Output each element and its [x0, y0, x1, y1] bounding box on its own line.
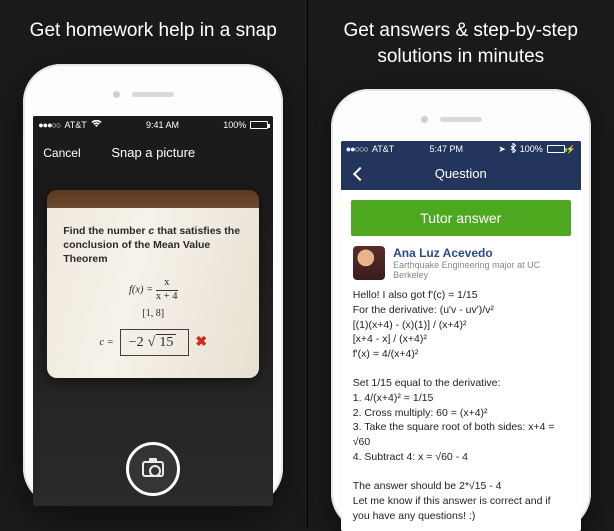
tutor-name[interactable]: Ana Luz Acevedo	[393, 246, 569, 260]
camera-viewport: Find the number c that satisfies the con…	[33, 172, 273, 506]
status-time: 9:41 AM	[146, 120, 179, 130]
location-icon: ➤	[498, 144, 506, 155]
signal-dots-icon: ●●●○○	[38, 120, 60, 130]
status-bar: ●●○○○ AT&T 5:47 PM ➤ 100% ⚡	[341, 141, 581, 157]
nav-title: Question	[341, 166, 581, 181]
front-camera-dot	[421, 116, 428, 123]
phone-speaker	[132, 92, 174, 97]
answer-row: c = −2 √15 ✖	[63, 329, 243, 356]
phone-speaker	[440, 117, 482, 122]
headline-left: Get homework help in a snap	[20, 18, 287, 44]
front-camera-dot	[113, 91, 120, 98]
battery-pct: 100%	[223, 120, 246, 130]
answer-body-text: Hello! I also got f'(c) = 1/15 For the d…	[341, 286, 581, 531]
desk-strip	[47, 190, 259, 208]
wifi-icon	[91, 119, 102, 130]
cancel-button[interactable]: Cancel	[33, 146, 80, 160]
phone-screen-right: ●●○○○ AT&T 5:47 PM ➤ 100% ⚡ Question	[341, 141, 581, 531]
phone-mockup-right: ●●○○○ AT&T 5:47 PM ➤ 100% ⚡ Question	[331, 89, 591, 531]
c-equals-label: c =	[99, 337, 113, 348]
battery-charging-icon: ⚡	[547, 145, 576, 154]
tutor-answer-banner: Tutor answer	[351, 200, 571, 236]
promo-panel-right: Get answers & step-by-step solutions in …	[307, 0, 614, 528]
interval-text: [1, 8]	[63, 308, 243, 319]
nav-bar: Question	[341, 157, 581, 190]
promo-panel-left: Get homework help in a snap ●●●○○ AT&T 9…	[0, 0, 307, 528]
phone-screen-left: ●●●○○ AT&T 9:41 AM 100% Cancel Snap a pi…	[33, 116, 273, 506]
bluetooth-icon	[510, 143, 516, 155]
answer-input-box[interactable]: −2 √15	[120, 329, 190, 356]
answer-content: Tutor answer Ana Luz Acevedo Earthquake …	[341, 190, 581, 531]
problem-text: Find the number c that satisfies the con…	[63, 224, 243, 267]
carrier-label: AT&T	[64, 120, 86, 130]
tutor-subtitle: Earthquake Engineering major at UC Berke…	[393, 260, 569, 280]
carrier-label: AT&T	[372, 144, 394, 154]
clear-answer-icon[interactable]: ✖	[195, 334, 207, 351]
tutor-avatar[interactable]	[353, 246, 385, 280]
battery-icon	[250, 121, 268, 129]
signal-dots-icon: ●●○○○	[346, 144, 368, 154]
viewfinder-frame: Find the number c that satisfies the con…	[47, 190, 259, 379]
radical-icon: √15	[148, 334, 177, 351]
battery-pct: 100%	[520, 144, 543, 154]
chevron-left-icon	[353, 167, 367, 181]
status-bar: ●●●○○ AT&T 9:41 AM 100%	[33, 116, 273, 134]
function-expression: f(x) = x x + 4	[63, 278, 243, 302]
nav-bar: Cancel Snap a picture	[33, 134, 273, 172]
camera-icon	[142, 461, 164, 477]
headline-right: Get answers & step-by-step solutions in …	[316, 18, 607, 69]
status-time: 5:47 PM	[429, 144, 463, 154]
shutter-button[interactable]	[126, 442, 180, 496]
tutor-header: Ana Luz Acevedo Earthquake Engineering m…	[341, 246, 581, 286]
phone-mockup-left: ●●●○○ AT&T 9:41 AM 100% Cancel Snap a pi…	[23, 64, 283, 506]
back-button[interactable]	[341, 169, 365, 179]
captured-paper: Find the number c that satisfies the con…	[47, 208, 259, 379]
